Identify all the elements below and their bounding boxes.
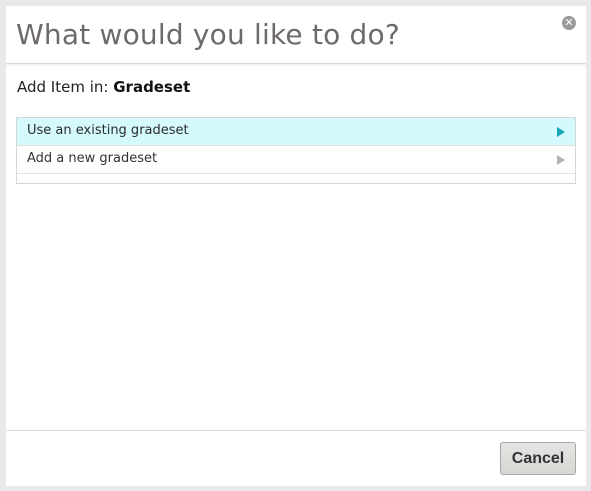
arrow-right-icon (557, 155, 565, 165)
option-use-existing-gradeset[interactable]: Use an existing gradeset (17, 118, 575, 146)
arrow-right-icon (557, 127, 565, 137)
option-label: Add a new gradeset (27, 151, 158, 166)
context-value: Gradeset (113, 78, 191, 96)
context-line: Add Item in: Gradeset (17, 78, 190, 96)
context-label: Add Item in: (17, 78, 109, 96)
cancel-button[interactable]: Cancel (500, 442, 576, 475)
options-list: Use an existing gradeset Add a new grade… (16, 117, 576, 184)
dialog-header: What would you like to do? ✕ (6, 6, 586, 66)
dialog: What would you like to do? ✕ Add Item in… (6, 6, 586, 486)
close-icon[interactable]: ✕ (562, 16, 576, 30)
option-label: Use an existing gradeset (27, 123, 189, 138)
dialog-title: What would you like to do? (16, 18, 400, 51)
dialog-footer: Cancel (6, 430, 586, 486)
option-add-new-gradeset[interactable]: Add a new gradeset (17, 146, 575, 174)
